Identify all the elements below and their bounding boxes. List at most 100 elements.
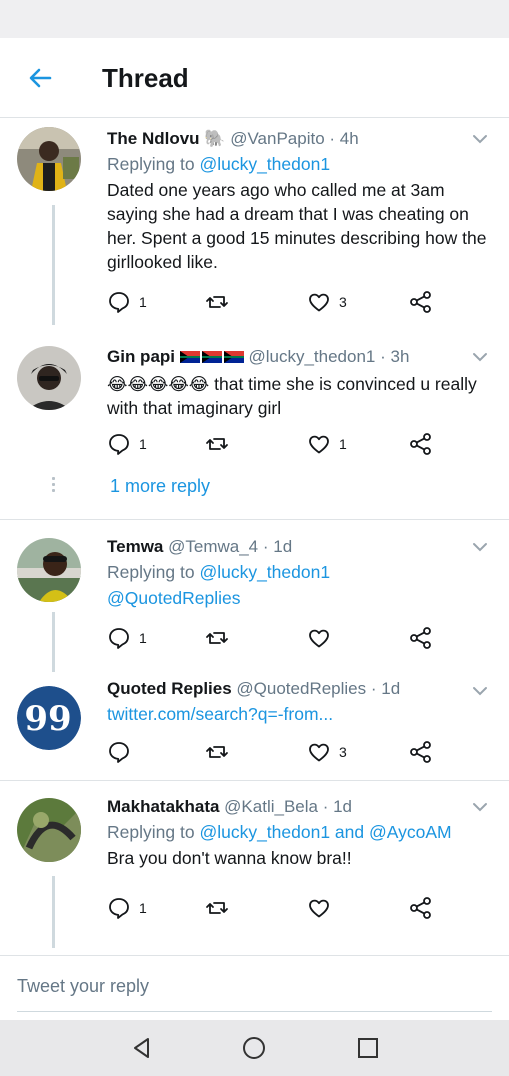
avatar[interactable] xyxy=(17,346,81,410)
handle[interactable]: @Temwa_4 xyxy=(168,537,258,556)
display-name[interactable]: Makhatakhata xyxy=(107,797,219,816)
reply-input[interactable]: Tweet your reply xyxy=(17,976,149,997)
share-button[interactable] xyxy=(409,626,433,650)
share-button[interactable] xyxy=(409,432,433,456)
svg-text:99: 99 xyxy=(24,699,71,739)
share-button[interactable] xyxy=(409,740,433,764)
replying-to-label: Replying to xyxy=(107,562,195,582)
avatar[interactable]: 99 xyxy=(17,686,81,750)
share-icon xyxy=(410,741,431,763)
nav-home-icon[interactable] xyxy=(240,1034,268,1062)
tweet[interactable]: The Ndlovu 🐘 @VanPapito · 4h Replying to… xyxy=(0,118,509,328)
reply-button[interactable] xyxy=(107,740,131,764)
heart-icon xyxy=(309,435,329,454)
like-button[interactable]: 3 xyxy=(307,290,347,314)
tweet-meta: Gin papi @lucky_thedon1 · 3h xyxy=(107,346,493,370)
tweet[interactable]: 99 Quoted Replies @QuotedReplies · 1d tw… xyxy=(0,672,509,780)
reply-count: 1 xyxy=(139,436,147,452)
handle[interactable]: @QuotedReplies xyxy=(236,679,366,698)
tweet-text: Dated one years ago who called me at 3am… xyxy=(107,180,487,272)
retweet-button[interactable] xyxy=(205,740,229,764)
tweet-actions: 3 xyxy=(107,740,447,764)
timestamp: · 1d xyxy=(322,797,353,816)
tweet-actions: 1 xyxy=(107,896,447,920)
nav-back-icon[interactable] xyxy=(128,1034,156,1062)
display-name[interactable]: Quoted Replies xyxy=(107,679,232,698)
share-icon xyxy=(410,291,431,313)
tweet-meta: Makhatakhata @Katli_Bela · 1d xyxy=(107,796,493,818)
reply-icon xyxy=(109,434,129,455)
page-title: Thread xyxy=(102,63,189,93)
avatar[interactable] xyxy=(17,538,81,602)
timestamp: · 1d xyxy=(370,679,401,698)
replying-to-label: Replying to xyxy=(107,822,195,842)
tweet-meta: The Ndlovu 🐘 @VanPapito · 4h xyxy=(107,128,493,150)
chevron-down-icon[interactable] xyxy=(471,348,489,366)
like-count: 3 xyxy=(339,294,347,310)
reply-button[interactable]: 1 xyxy=(107,896,147,920)
mention-link[interactable]: @QuotedReplies xyxy=(107,588,241,608)
replying-to: Replying to @lucky_thedon1 xyxy=(107,560,493,584)
like-button[interactable]: 3 xyxy=(307,740,347,764)
heart-icon xyxy=(309,629,329,648)
chevron-down-icon[interactable] xyxy=(471,798,489,816)
retweet-button[interactable] xyxy=(205,626,229,650)
retweet-icon xyxy=(206,438,228,450)
retweet-button[interactable] xyxy=(205,896,229,920)
display-name[interactable]: The Ndlovu xyxy=(107,129,200,148)
handle[interactable]: @VanPapito xyxy=(230,129,324,148)
replying-to-handle[interactable]: @lucky_thedon1 and @AycoAM xyxy=(199,822,451,842)
share-button[interactable] xyxy=(409,290,433,314)
replying-to: Replying to @lucky_thedon1 xyxy=(107,152,493,176)
retweet-button[interactable] xyxy=(205,432,229,456)
retweet-button[interactable] xyxy=(205,290,229,314)
tweet-actions: 1 1 xyxy=(107,432,447,456)
like-button[interactable] xyxy=(307,626,331,650)
chevron-down-icon[interactable] xyxy=(471,130,489,148)
reply-button[interactable]: 1 xyxy=(107,626,147,650)
tweet-text: 😂😂😂😂😂 that time she is convinced u reall… xyxy=(107,372,493,420)
handle[interactable]: @lucky_thedon1 xyxy=(248,347,375,366)
url-link[interactable]: twitter.com/search?q=-from... xyxy=(107,704,333,724)
divider xyxy=(0,780,509,781)
reply-count: 1 xyxy=(139,630,147,646)
replying-to-handle[interactable]: @lucky_thedon1 xyxy=(199,562,330,582)
laughing-emoji-icon: 😂😂😂😂😂 xyxy=(107,374,210,394)
avatar[interactable] xyxy=(17,798,81,862)
share-icon xyxy=(410,433,431,455)
tweet[interactable]: Temwa @Temwa_4 · 1d Replying to @lucky_t… xyxy=(0,530,509,660)
timestamp: · 3h xyxy=(380,347,410,366)
display-name[interactable]: Temwa xyxy=(107,537,163,556)
share-icon xyxy=(410,897,431,919)
like-count: 3 xyxy=(339,744,347,760)
app-header: Thread xyxy=(0,38,509,118)
chevron-down-icon[interactable] xyxy=(471,682,489,700)
share-button[interactable] xyxy=(409,896,433,920)
tweet-meta: Quoted Replies @QuotedReplies · 1d xyxy=(107,678,493,700)
retweet-icon xyxy=(206,902,228,914)
back-arrow-icon[interactable] xyxy=(24,62,56,94)
nav-recents-icon[interactable] xyxy=(354,1034,382,1062)
like-button[interactable] xyxy=(307,896,331,920)
status-bar xyxy=(0,0,509,38)
like-button[interactable]: 1 xyxy=(307,432,347,456)
replying-to-handle[interactable]: @lucky_thedon1 xyxy=(199,154,330,174)
heart-icon xyxy=(309,743,329,762)
reply-underline xyxy=(17,1011,492,1012)
reply-button[interactable]: 1 xyxy=(107,432,147,456)
reply-button[interactable]: 1 xyxy=(107,290,147,314)
like-count: 1 xyxy=(339,436,347,452)
handle[interactable]: @Katli_Bela xyxy=(224,797,318,816)
reply-count: 1 xyxy=(139,900,147,916)
avatar[interactable] xyxy=(17,127,81,191)
tweet[interactable]: Gin papi @lucky_thedon1 · 3h 😂😂😂😂😂 that … xyxy=(0,336,509,466)
more-replies-link[interactable]: 1 more reply xyxy=(110,476,210,497)
tweet-text: Bra you don't wanna know bra!! xyxy=(107,848,352,868)
display-name[interactable]: Gin papi xyxy=(107,347,175,366)
chevron-down-icon[interactable] xyxy=(471,538,489,556)
tweet[interactable]: Makhatakhata @Katli_Bela · 1d Replying t… xyxy=(0,790,509,950)
retweet-icon xyxy=(206,746,228,758)
thread-dots xyxy=(52,477,55,495)
reply-composer: Tweet your reply xyxy=(0,955,509,1020)
reply-icon xyxy=(109,742,129,763)
